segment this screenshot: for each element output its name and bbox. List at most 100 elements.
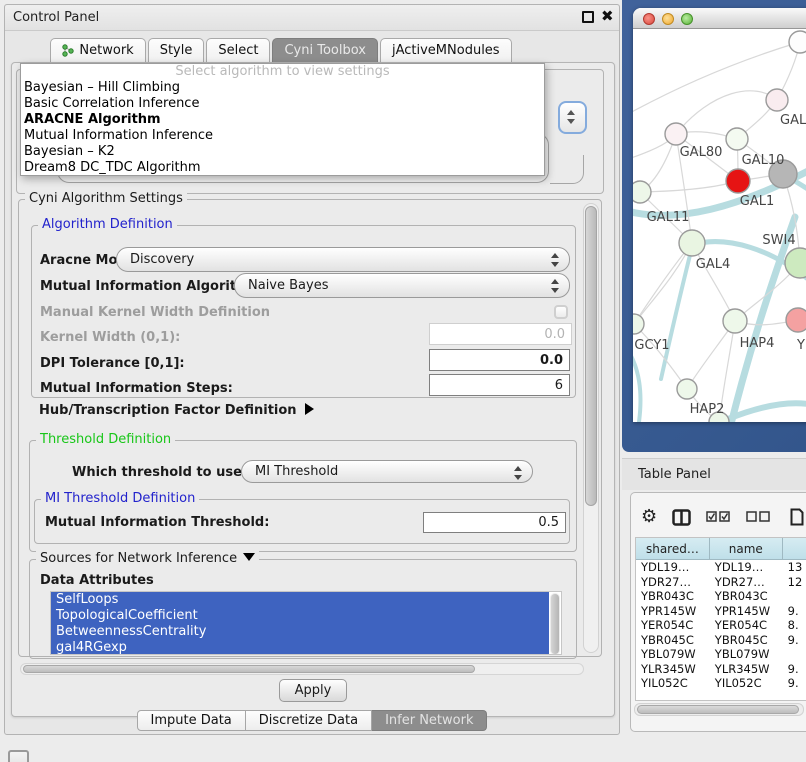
settings-vertical-scrollbar[interactable] [583,203,599,653]
select-checked-columns-icon[interactable] [706,511,731,523]
scrollbar-thumb[interactable] [551,594,559,654]
tab-cyni-toolbox[interactable]: Cyni Toolbox [272,38,378,62]
algorithm-option[interactable]: Basic Correlation Inference [21,96,544,112]
network-node-gcy1[interactable] [633,314,644,334]
table-row[interactable]: YIL052CYIL052C9. [636,676,806,691]
network-node-gal4[interactable] [679,230,705,256]
table-cell: YIL052C [636,676,710,691]
network-edge-highlighted[interactable] [633,349,641,422]
close-traffic-light[interactable] [643,13,655,25]
table-horizontal-scrollbar[interactable] [634,703,804,716]
mi-steps-field[interactable]: 6 [429,374,570,396]
threshold-definition-group: Threshold Definition Which threshold to … [29,440,577,552]
float-window-icon[interactable] [582,11,594,23]
close-icon[interactable]: ✖ [601,7,614,25]
manual-kernel-checkbox[interactable] [554,305,568,319]
zoom-traffic-light[interactable] [681,13,693,25]
table-cell: YBR043C [636,589,710,604]
network-node-hap2[interactable] [677,379,697,399]
mi-threshold-field[interactable]: 0.5 [423,512,566,533]
attributes-scrollbar[interactable] [550,593,560,655]
node-label: GAL10 [742,153,785,168]
table-row[interactable]: YDL19…YDL19…13 [636,560,806,575]
network-edge[interactable] [676,91,777,134]
table-row[interactable]: YBL079WYBL079W [636,647,806,662]
hub-definition-expander[interactable]: Hub/Transcription Factor Definition [39,403,314,418]
table-row[interactable]: YDR27…YDR27…12 [636,575,806,590]
attribute-item[interactable]: BetweennessCentrality [51,624,549,640]
mi-steps-label: Mutual Information Steps: [40,381,233,396]
network-window-titlebar[interactable] [633,8,806,29]
network-node-gal1[interactable] [726,169,750,193]
table-cell: YIL052C [710,676,783,691]
column-header[interactable]: shared… [636,538,710,559]
column-header[interactable] [783,538,806,559]
algorithm-option[interactable]: ARACNE Algorithm [21,112,544,128]
focused-combo-spinner-partial[interactable] [558,101,587,134]
settings-horizontal-scrollbar[interactable] [20,663,584,675]
apply-button[interactable]: Apply [279,679,347,702]
dpi-tolerance-field[interactable]: 0.0 [429,349,570,371]
table-row[interactable]: YPR145WYPR145W9. [636,604,806,619]
column-header[interactable]: name [710,538,783,559]
network-node-y[interactable] [786,308,806,332]
network-canvas[interactable]: GAL7GAL80GAL10GAL1GAL11SWI4GAL4GCY1HAP4Y… [633,29,806,422]
table-cell: 9. [783,676,806,691]
table-cell: YPR145W [636,604,710,619]
document-icon[interactable] [790,508,804,526]
network-node-gal11[interactable] [633,181,651,203]
scrollbar-thumb[interactable] [637,705,799,714]
table-row[interactable]: YBR043CYBR043C [636,589,806,604]
which-threshold-select[interactable]: MI Threshold [241,460,533,483]
aracne-mode-select[interactable]: Discovery [116,247,570,272]
tab-jactivemnodules[interactable]: jActiveMNodules [380,38,512,62]
table-cell: 9. [783,604,806,619]
network-node-gal7[interactable] [766,89,788,111]
scrollbar-thumb[interactable] [585,206,597,506]
bottom-tab-infer-network[interactable]: Infer Network [372,710,487,731]
table-row[interactable]: YER054CYER054C8. [636,618,806,633]
mi-type-select[interactable]: Naive Bayes [234,273,570,298]
sources-title[interactable]: Sources for Network Inference [36,551,259,566]
table-row[interactable]: YBR045CYBR045C9. [636,633,806,648]
node-attribute-table[interactable]: shared…name YDL19…YDL19…13YDR27…YDR27…12… [635,537,806,701]
split-columns-icon[interactable] [672,509,691,526]
gear-icon[interactable]: ⚙ [641,508,657,526]
attribute-item[interactable]: TopologicalCoefficient [51,608,549,624]
data-attributes-listbox[interactable]: SelfLoopsTopologicalCoefficientBetweenne… [50,591,562,655]
network-graph: GAL7GAL80GAL10GAL1GAL11SWI4GAL4GCY1HAP4Y… [633,29,806,422]
attribute-item[interactable]: gal4RGexp [51,640,549,655]
table-rows[interactable]: YDL19…YDL19…13YDR27…YDR27…12YBR043CYBR04… [636,560,806,696]
algorithm-option[interactable]: Bayesian – Hill Climbing [21,80,544,96]
minimize-traffic-light[interactable] [662,13,674,25]
algorithm-option[interactable]: Bayesian – K2 [21,144,544,160]
network-node[interactable] [789,31,806,53]
algorithm-option[interactable]: Dream8 DC_TDC Algorithm [21,160,544,176]
sources-title-text: Sources for Network Inference [40,551,237,566]
scrollbar-thumb[interactable] [23,665,475,673]
network-node-gal80[interactable] [665,123,687,145]
tab-select[interactable]: Select [206,38,270,62]
mi-type-value: Naive Bayes [248,278,328,293]
network-desktop: GAL7GAL80GAL10GAL1GAL11SWI4GAL4GCY1HAP4Y… [622,0,806,452]
network-view-window[interactable]: GAL7GAL80GAL10GAL1GAL11SWI4GAL4GCY1HAP4Y… [633,8,806,422]
table-cell: 9. [783,633,806,648]
network-edge-highlighted[interactable] [728,403,806,419]
partial-toolbar-button[interactable] [8,750,29,762]
unselect-columns-icon[interactable] [746,511,771,523]
network-node-gal10[interactable] [726,128,748,150]
algorithm-options-list: Bayesian – Hill ClimbingBasic Correlatio… [21,80,544,176]
algorithm-option[interactable]: Mutual Information Inference [21,128,544,144]
tab-style[interactable]: Style [148,38,205,62]
table-row[interactable]: YLR345WYLR345W9. [636,662,806,677]
network-node-hap4[interactable] [723,309,747,333]
table-column-headers[interactable]: shared…name [636,538,806,560]
network-node-swi4[interactable] [785,248,806,278]
bottom-tab-discretize-data[interactable]: Discretize Data [246,710,372,731]
tab-network[interactable]: Network [50,38,145,62]
network-edge[interactable] [640,181,738,192]
combo-corner-partial [550,155,584,184]
attribute-item[interactable]: SelfLoops [51,592,549,608]
kernel-width-field[interactable]: 0.0 [429,323,572,345]
bottom-tab-impute-data[interactable]: Impute Data [137,710,246,731]
